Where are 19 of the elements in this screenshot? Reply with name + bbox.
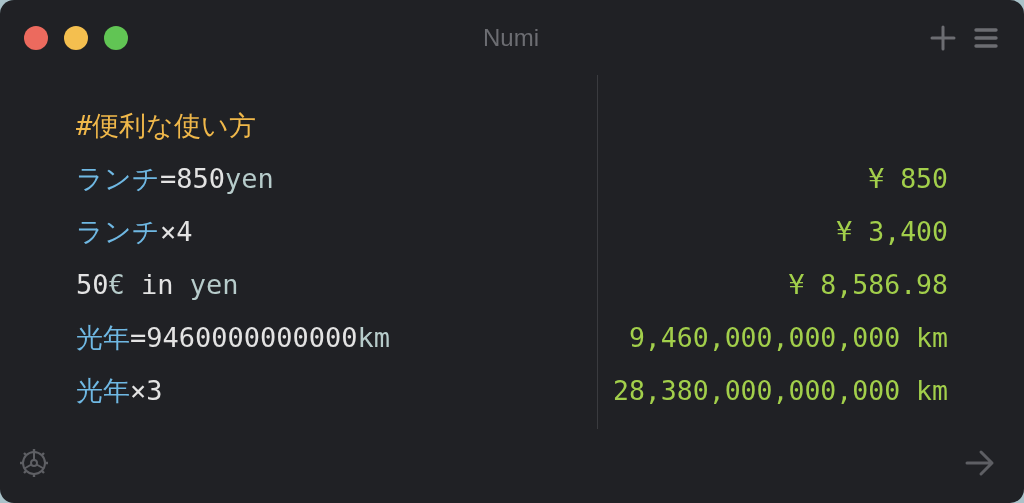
minimize-button[interactable] — [64, 25, 88, 50]
result-value: ¥ 850 — [868, 162, 948, 196]
close-button[interactable] — [24, 25, 48, 50]
expression-line: 50€ in yen — [76, 268, 240, 302]
result-value: ¥ 8,586.98 — [788, 268, 948, 302]
arrow-right-icon[interactable] — [964, 449, 996, 477]
menu-icon[interactable] — [974, 26, 998, 49]
result-value: 28,380,000,000,000 km — [612, 374, 948, 408]
result-value: 9,460,000,000,000 km — [628, 321, 948, 355]
expression-line: ランチ×4 — [76, 215, 194, 249]
zoom-button[interactable] — [104, 25, 128, 50]
expression-line: 光年×3 — [76, 374, 164, 408]
expression-line: #便利な使い方 — [76, 109, 258, 143]
window-title: Numi — [483, 23, 539, 52]
settings-icon[interactable] — [18, 447, 50, 479]
expression-line: ランチ=850yen — [76, 162, 275, 196]
result-value: ¥ 3,400 — [836, 215, 948, 249]
expression-line: 光年=9460000000000km — [76, 321, 392, 355]
plus-icon[interactable] — [930, 24, 956, 51]
